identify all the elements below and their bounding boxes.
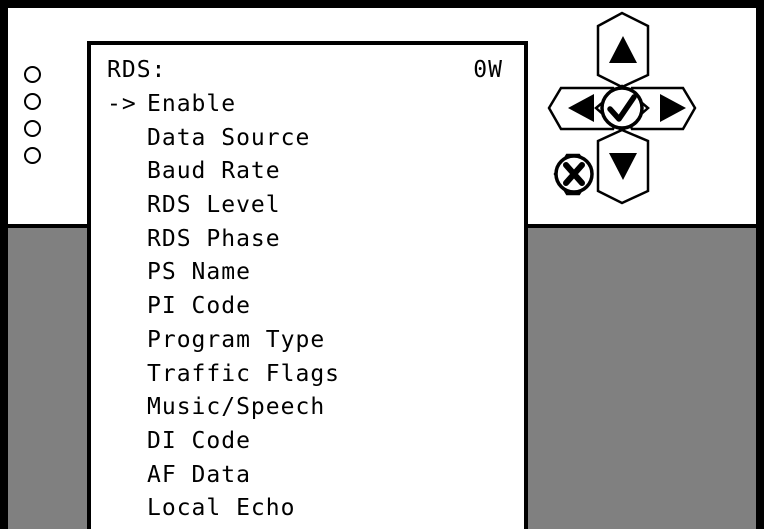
menu-item-pi-code[interactable]: PI Code (107, 290, 340, 324)
menu-item-traffic-flags[interactable]: Traffic Flags (107, 358, 340, 392)
down-button[interactable] (596, 128, 650, 205)
menu-item-label: PS Name (147, 259, 251, 286)
menu-item-music-speech[interactable]: Music/Speech (107, 391, 340, 425)
cancel-button[interactable] (553, 153, 594, 196)
menu-item-label: PI Code (147, 293, 251, 320)
menu-item-label: Program Type (147, 326, 326, 353)
up-button[interactable] (596, 11, 650, 89)
keypad-svg (547, 11, 697, 205)
menu-item-label: DI Code (147, 427, 251, 454)
menu-item-label: Local Echo (147, 495, 296, 522)
menu-item-local-echo[interactable]: Local Echo (107, 492, 340, 526)
menu-item-af-data[interactable]: AF Data (107, 459, 340, 493)
menu-item-ps-name[interactable]: PS Name (107, 256, 340, 290)
menu-item-program-type[interactable]: Program Type (107, 324, 340, 358)
menu-item-label: AF Data (147, 461, 251, 488)
menu-item-di-code[interactable]: DI Code (107, 425, 340, 459)
menu-item-label: Traffic Flags (147, 360, 341, 387)
device-frame: RDS: 0W -> Enable Data Source Baud Rate RDS … (0, 0, 764, 529)
menu-item-label: Music/Speech (147, 394, 326, 421)
